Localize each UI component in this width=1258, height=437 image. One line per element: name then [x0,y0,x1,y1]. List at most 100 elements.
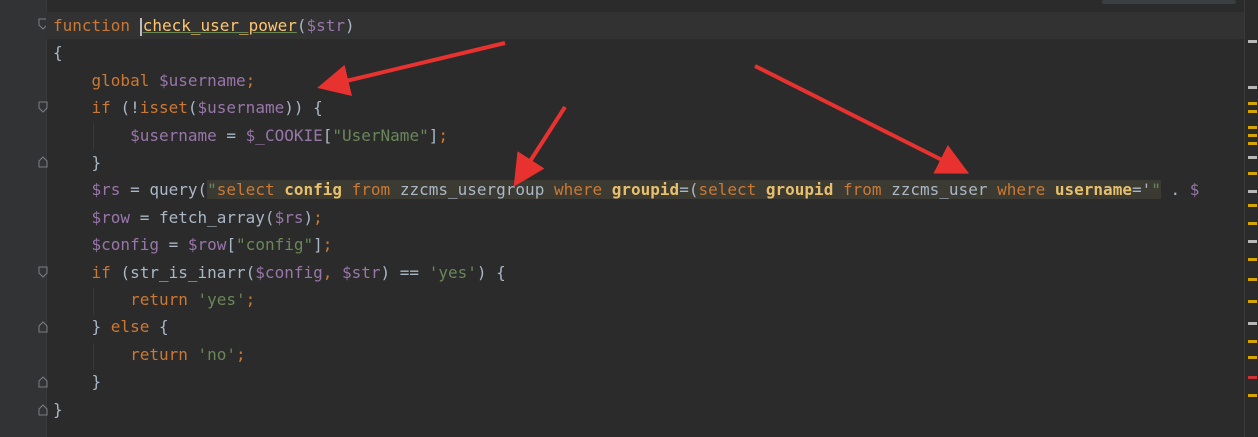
code-line[interactable]: if (str_is_inarr($config, $str) == 'yes'… [53,259,506,286]
code-token: function [53,16,140,35]
code-token: from [842,180,892,200]
code-token: $rs [274,207,304,227]
code-editor[interactable]: function check_user_power($str){ global … [46,0,1244,437]
code-token: } [53,399,63,419]
code-line[interactable]: } [53,396,63,423]
stripe-mark[interactable] [1248,156,1257,159]
code-line[interactable]: } [53,368,102,395]
code-token: $str [342,262,381,282]
code-token: 'yes' [428,262,477,282]
stripe-mark[interactable] [1248,172,1257,175]
code-token: =' [1131,180,1152,200]
stripe-mark[interactable] [1248,356,1257,359]
stripe-mark[interactable] [1248,102,1257,105]
code-token: $row [91,207,131,227]
code-token: = fetch_array( [130,207,275,227]
code-token: ) == [380,262,429,282]
code-line[interactable]: function check_user_power($str) [53,12,355,39]
code-line[interactable]: } else { [53,313,169,340]
stripe-mark[interactable] [1248,340,1257,343]
stripe-mark[interactable] [1248,110,1257,113]
code-token: $str [306,16,345,35]
code-token: (str_is_inarr( [120,262,256,282]
horizontal-scrollbar[interactable] [1102,0,1236,4]
stripe-mark[interactable] [1248,86,1257,89]
stripe-mark[interactable] [1248,190,1257,193]
code-token: $row [187,235,227,255]
stripe-mark[interactable] [1248,376,1257,379]
stripe-mark[interactable] [1248,204,1257,207]
code-token: ; [236,344,246,364]
code-token: where [997,180,1055,200]
stripe-mark[interactable] [1248,258,1257,261]
code-line[interactable]: $row = fetch_array($rs); [53,204,323,231]
stripe-mark[interactable] [1248,300,1257,303]
code-token: } [53,153,102,172]
code-token: $config [255,262,323,282]
code-token: ; [438,125,448,145]
code-token: $config [91,235,159,255]
code-line[interactable]: $config = $row["config"]; [53,231,333,258]
stripe-mark[interactable] [1248,394,1257,397]
code-token: ; [322,235,333,255]
code-token: check_user_power [142,16,297,35]
code-token: $username [197,98,285,118]
stripe-mark[interactable] [1248,322,1257,325]
code-token: = query( [120,180,208,200]
code-line[interactable]: { [53,39,63,66]
code-token: select [698,180,766,200]
code-token: from [351,180,400,200]
code-line[interactable]: global $username; [53,67,256,94]
code-token: groupid [765,180,843,200]
code-token: groupid [611,180,680,200]
code-line[interactable]: return 'yes'; [53,286,255,313]
code-token: = [216,125,246,145]
code-token: , [322,262,342,282]
code-token: isset [139,98,188,118]
code-token: (! [120,98,140,118]
code-line[interactable]: $username = $_COOKIE["UserName"]; [53,122,448,149]
stripe-mark[interactable] [1248,126,1257,129]
code-token: if [91,98,121,118]
code-token: $rs [91,180,121,200]
code-line[interactable]: $rs = query("select config from zzcms_us… [53,176,1199,203]
code-token: where [553,180,612,200]
code-token: select [216,180,285,200]
code-line[interactable]: } [53,149,102,176]
code-token: else [110,317,159,337]
code-token: [ [322,125,333,145]
code-token: } [53,317,111,337]
code-token: ) [303,207,314,227]
code-token: "UserName" [332,125,429,145]
code-line[interactable]: return 'no'; [53,341,246,368]
code-token: ) [345,16,355,35]
code-token: ; [245,70,256,90]
code-token: $ [1189,180,1200,200]
code-token: ; [245,290,256,309]
code-token: = [158,235,188,255]
code-token: zzcms_usergroup [399,180,554,200]
line-gutter[interactable] [0,0,48,437]
code-token: "config" [236,235,314,255]
stripe-mark[interactable] [1248,40,1257,43]
code-token: zzcms_user [891,180,998,200]
code-token: ] [428,125,439,145]
stripe-mark[interactable] [1248,142,1257,145]
stripe-mark[interactable] [1248,240,1257,243]
stripe-mark[interactable] [1248,222,1257,225]
stripe-mark[interactable] [1248,134,1257,137]
code-line[interactable]: if (!isset($username)) { [53,94,323,121]
code-token: . [1160,180,1190,200]
code-token: " [207,180,217,200]
code-token: ; [313,207,323,227]
code-token: return [130,290,198,309]
stripe-mark[interactable] [1248,278,1257,281]
code-token: 'no' [197,344,237,364]
error-stripe[interactable] [1244,0,1258,437]
